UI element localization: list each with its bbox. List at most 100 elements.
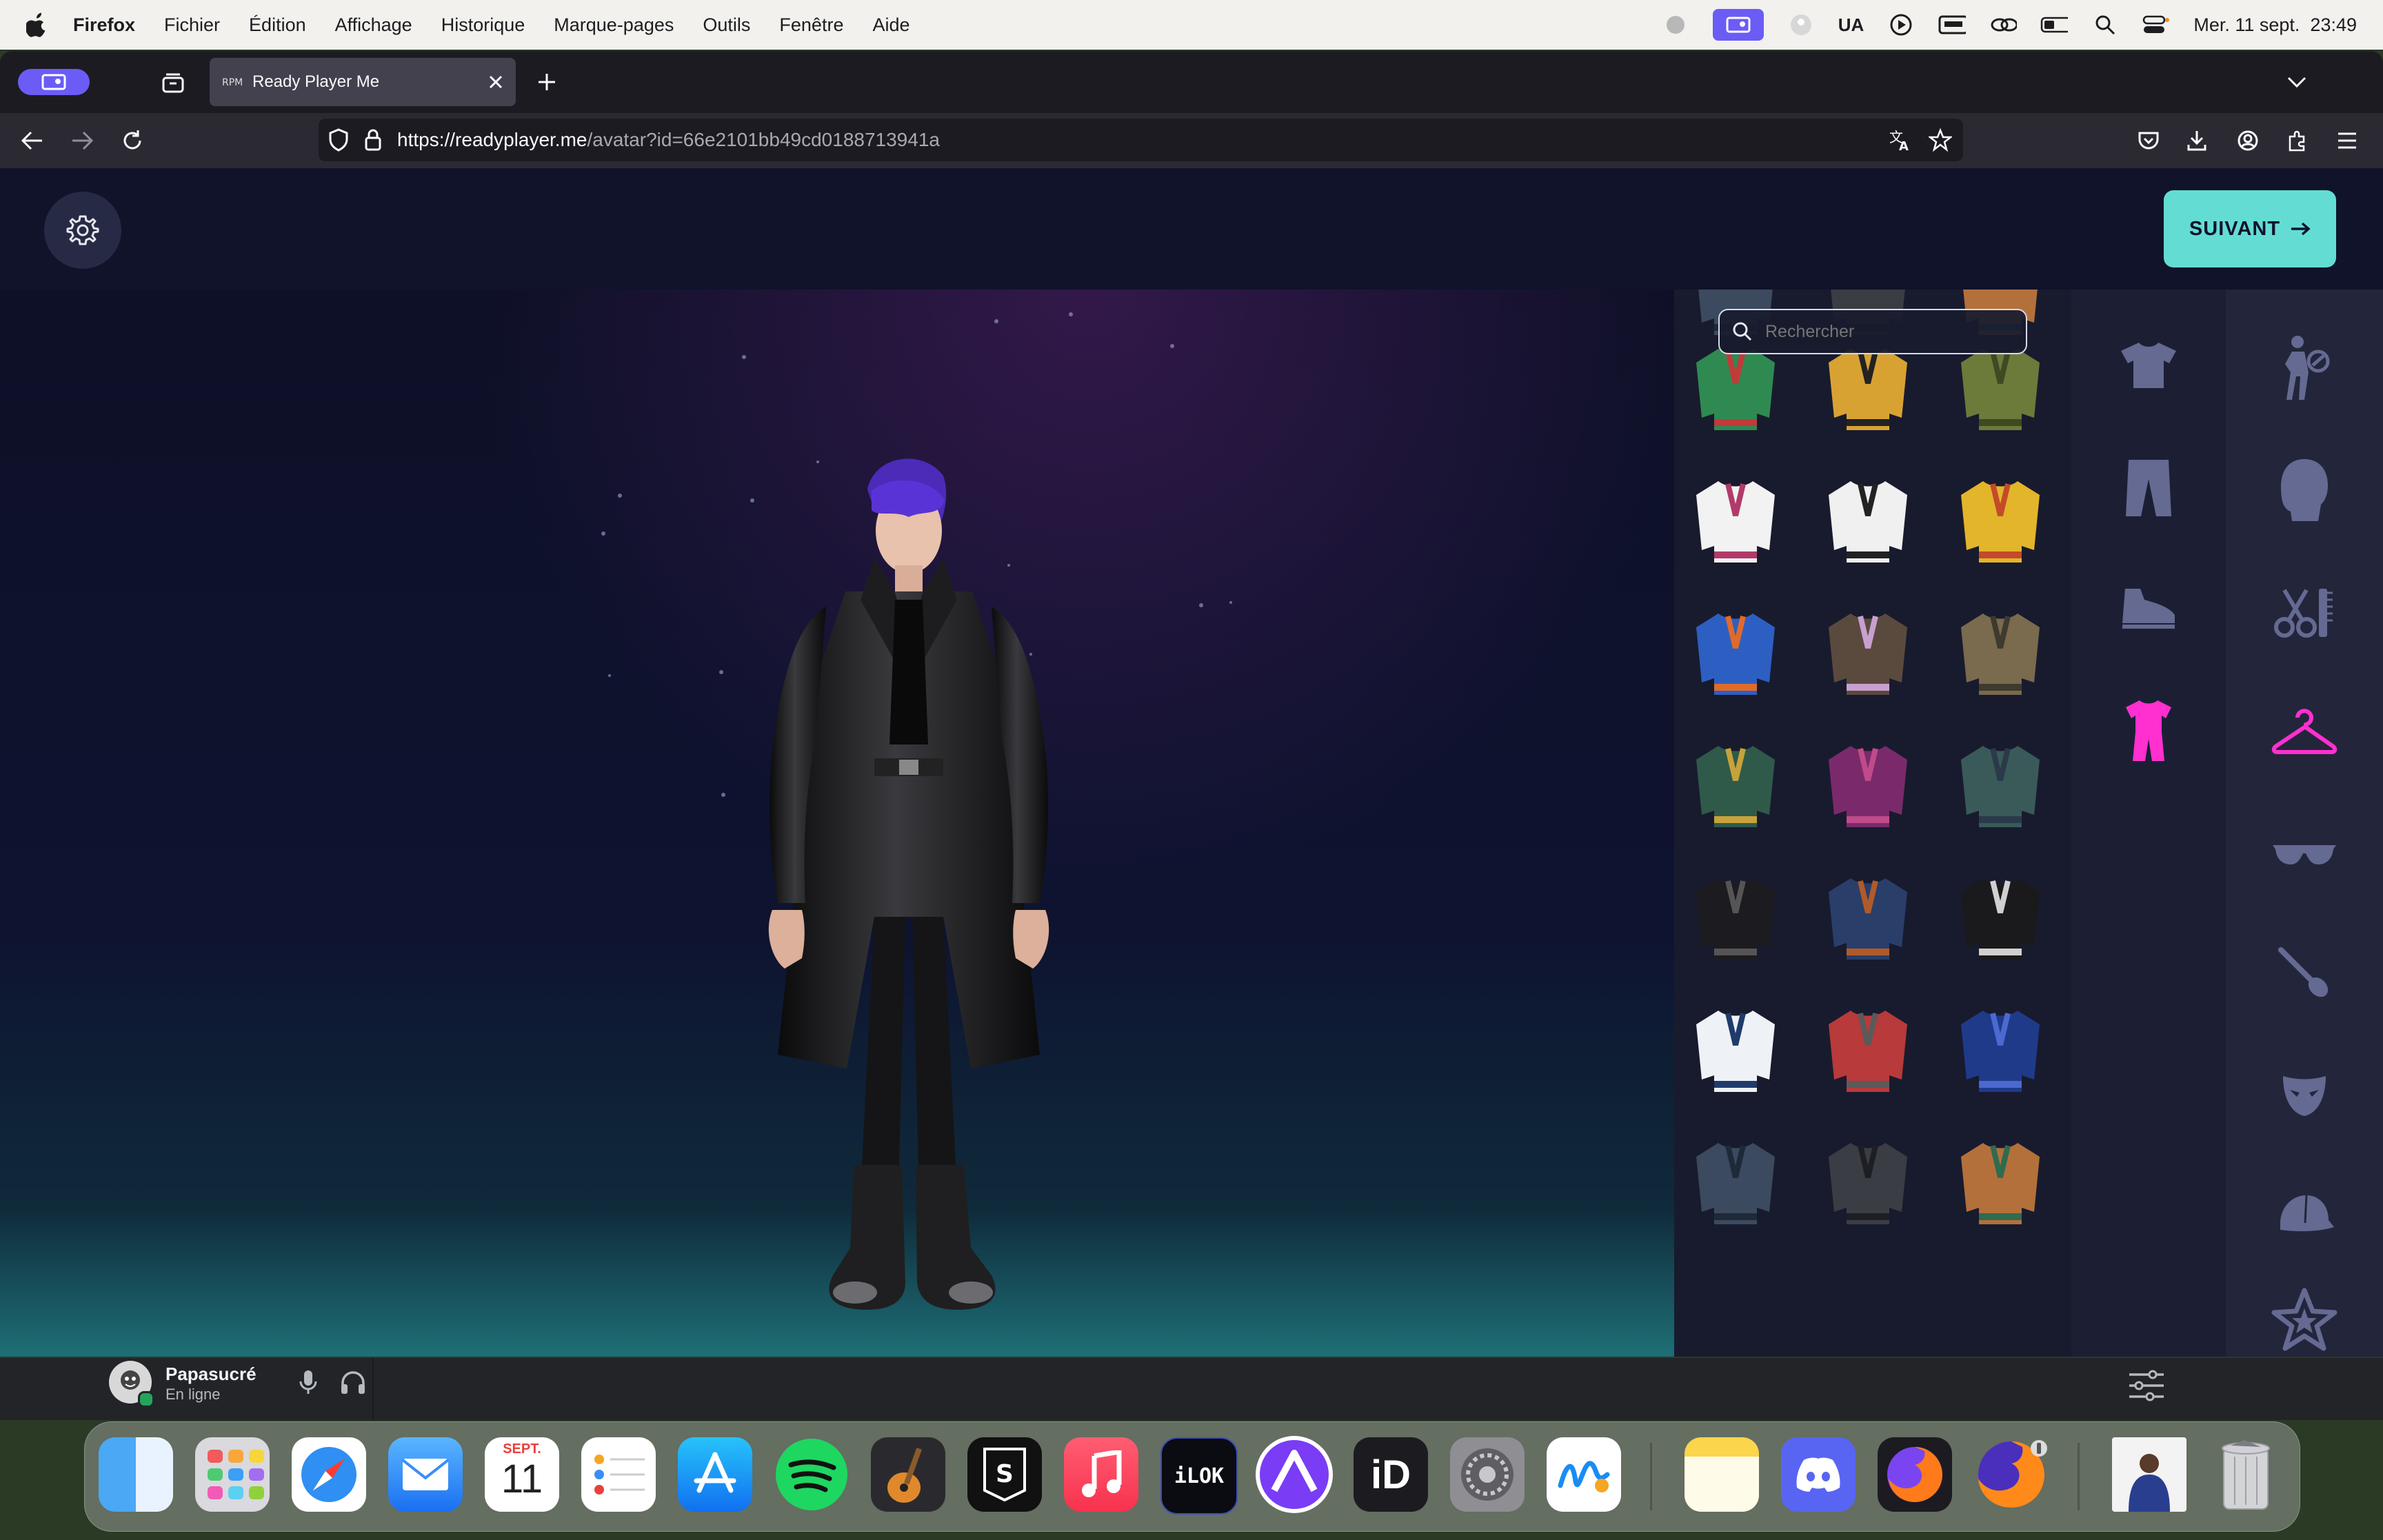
record-indicator-icon[interactable] — [1662, 11, 1689, 39]
epic-games-icon[interactable]: S — [967, 1437, 1042, 1512]
nav-headwear[interactable] — [2270, 1180, 2339, 1249]
avatar-model[interactable] — [667, 434, 1150, 1330]
control-center-icon[interactable] — [2142, 11, 2170, 39]
translate-icon[interactable]: 文A — [1889, 128, 1912, 152]
tab-overview-button[interactable] — [156, 68, 190, 98]
safari-icon[interactable] — [292, 1437, 366, 1512]
outfit-option[interactable] — [1823, 1136, 1913, 1226]
outfit-option[interactable] — [1955, 1136, 2045, 1226]
system-settings-icon[interactable] — [1450, 1437, 1525, 1512]
mail-icon[interactable] — [388, 1437, 463, 1512]
menu-outils[interactable]: Outils — [703, 14, 750, 36]
menu-affichage[interactable]: Affichage — [335, 14, 412, 36]
nav-makeup[interactable] — [2270, 939, 2339, 1008]
account-button[interactable] — [2227, 120, 2269, 161]
reload-button[interactable] — [112, 120, 153, 161]
tracking-protection-shield-icon[interactable] — [328, 128, 349, 152]
outfit-option[interactable] — [1823, 474, 1913, 564]
nav-glasses[interactable] — [2270, 819, 2339, 888]
calendar-icon[interactable]: SEPT. 11 — [485, 1437, 559, 1512]
settings-button[interactable] — [44, 192, 121, 269]
freeform-icon[interactable] — [1547, 1437, 1621, 1512]
garageband-icon[interactable] — [871, 1437, 945, 1512]
outfit-option[interactable] — [1955, 1004, 2045, 1093]
downloads-button[interactable] — [2176, 120, 2218, 161]
nav-hair[interactable] — [2270, 578, 2339, 647]
nav-facewear[interactable] — [2270, 1060, 2339, 1129]
outfit-option[interactable] — [1823, 1004, 1913, 1093]
outfit-option[interactable] — [1691, 474, 1780, 564]
search-input[interactable] — [1764, 321, 2001, 343]
firefox-developer-icon[interactable] — [1878, 1437, 1952, 1512]
category-footwear[interactable] — [2114, 574, 2183, 642]
nav-body[interactable] — [2270, 334, 2339, 403]
reminders-icon[interactable] — [581, 1437, 656, 1512]
category-tops[interactable] — [2114, 331, 2183, 400]
keyboard-icon[interactable] — [1938, 11, 1967, 39]
spotlight-search-icon[interactable] — [2091, 11, 2119, 39]
headphones-icon[interactable] — [339, 1369, 367, 1397]
ilok-icon[interactable]: iLOK — [1160, 1437, 1238, 1514]
link-icon[interactable] — [1989, 11, 2018, 39]
outfit-option[interactable] — [1823, 342, 1913, 432]
user-name[interactable]: Papasucré — [165, 1364, 257, 1385]
nav-outfit-selected[interactable] — [2270, 696, 2339, 765]
menu-historique[interactable]: Historique — [441, 14, 525, 36]
screen-share-icon[interactable] — [1712, 9, 1764, 41]
forward-button[interactable] — [62, 120, 103, 161]
next-button[interactable]: SUIVANT — [2164, 190, 2336, 267]
outfit-option[interactable] — [1691, 342, 1780, 432]
back-button[interactable] — [11, 120, 52, 161]
app-store-icon[interactable] — [678, 1437, 752, 1512]
category-outfit-selected[interactable] — [2114, 696, 2183, 765]
menu-app-name[interactable]: Firefox — [73, 14, 135, 36]
launchpad-icon[interactable] — [195, 1437, 270, 1512]
outfit-option[interactable] — [1823, 607, 1913, 696]
outfit-option[interactable] — [1691, 1004, 1780, 1093]
microphone-icon[interactable] — [298, 1369, 319, 1397]
battery-icon[interactable] — [2040, 11, 2069, 39]
search-field[interactable] — [1718, 309, 2027, 354]
menu-fichier[interactable]: Fichier — [164, 14, 220, 36]
outfit-option[interactable] — [1691, 607, 1780, 696]
input-source-label[interactable]: UA — [1838, 14, 1864, 36]
nav-favorites[interactable] — [2270, 1285, 2339, 1354]
category-bottoms[interactable] — [2114, 454, 2183, 523]
menubar-clock[interactable]: Mer. 11 sept. 23:49 — [2193, 14, 2357, 36]
outfit-option[interactable] — [1823, 871, 1913, 961]
url-bar[interactable]: https://readyplayer.me/avatar?id=66e2101… — [319, 119, 1963, 161]
apple-logo-icon[interactable] — [26, 12, 48, 38]
play-icon[interactable] — [1887, 11, 1915, 39]
outfit-option[interactable] — [1955, 739, 2045, 829]
menu-marque-pages[interactable]: Marque-pages — [554, 14, 674, 36]
menu-fenetre[interactable]: Fenêtre — [779, 14, 843, 36]
avatar[interactable] — [109, 1361, 154, 1408]
recent-image-thumbnail[interactable] — [2112, 1437, 2186, 1512]
nav-head[interactable] — [2270, 455, 2339, 524]
new-tab-button[interactable] — [532, 68, 561, 97]
id-app-icon[interactable]: iD — [1354, 1437, 1428, 1512]
music-icon[interactable] — [1064, 1437, 1138, 1512]
container-tab-badge[interactable] — [18, 69, 90, 95]
outfit-option[interactable] — [1955, 342, 2045, 432]
menu-edition[interactable]: Édition — [249, 14, 306, 36]
spotify-icon[interactable] — [774, 1437, 849, 1512]
finder-icon[interactable] — [99, 1437, 173, 1512]
pocket-button[interactable] — [2128, 120, 2169, 161]
firefox-icon[interactable] — [1974, 1437, 2049, 1512]
arc-app-icon[interactable] — [1256, 1436, 1333, 1513]
outfit-option[interactable] — [1955, 871, 2045, 961]
list-all-tabs-button[interactable] — [2281, 68, 2313, 97]
user-switch-icon[interactable] — [1787, 11, 1815, 39]
close-tab-icon[interactable] — [488, 74, 503, 90]
outfit-option[interactable] — [1955, 474, 2045, 564]
extensions-button[interactable] — [2277, 120, 2318, 161]
avatar-3d-viewport[interactable] — [0, 290, 1674, 1357]
app-menu-button[interactable] — [2326, 120, 2368, 161]
outfit-option[interactable] — [1691, 739, 1780, 829]
bookmark-star-icon[interactable] — [1929, 128, 1952, 152]
outfit-option[interactable] — [1691, 871, 1780, 961]
discord-icon[interactable] — [1781, 1437, 1856, 1512]
lock-icon[interactable] — [364, 129, 382, 151]
trash-icon[interactable] — [2209, 1437, 2283, 1512]
